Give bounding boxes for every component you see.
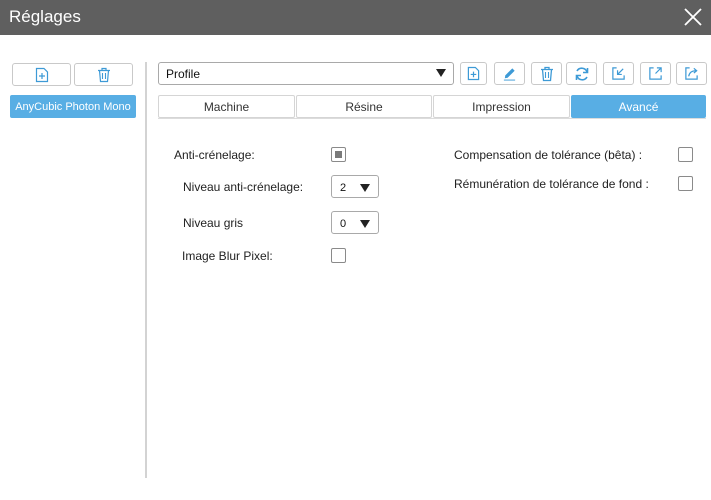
profile-select-value: Profile bbox=[166, 67, 201, 81]
anti-aliasing-checkbox[interactable] bbox=[331, 147, 346, 162]
tab-resine[interactable]: Résine bbox=[296, 95, 432, 118]
dropdown-arrow-icon bbox=[360, 220, 370, 228]
gray-level-value: 0 bbox=[340, 218, 347, 230]
delete-printer-button[interactable] bbox=[74, 63, 133, 86]
tab-avance[interactable]: Avancé bbox=[571, 95, 706, 118]
dropdown-arrow-icon bbox=[360, 184, 370, 192]
title-bar: Réglages bbox=[0, 0, 711, 35]
tab-label: Résine bbox=[345, 99, 383, 114]
printer-item-label: AnyCubic Photon Mono bbox=[15, 100, 131, 113]
export-profile-button[interactable] bbox=[640, 62, 671, 85]
share-icon bbox=[685, 67, 698, 80]
anti-aliasing-level-value: 2 bbox=[340, 182, 347, 194]
printer-item-anycubic-photon-mono[interactable]: AnyCubic Photon Mono bbox=[10, 95, 136, 118]
image-blur-label: Image Blur Pixel: bbox=[182, 249, 273, 263]
tab-label: Avancé bbox=[618, 99, 659, 114]
edit-icon bbox=[503, 68, 516, 81]
printer-sidebar: AnyCubic Photon Mono bbox=[0, 35, 146, 500]
add-file-icon bbox=[35, 67, 48, 82]
import-icon bbox=[612, 67, 625, 80]
bottom-tolerance-checkbox[interactable] bbox=[678, 176, 693, 191]
close-icon[interactable] bbox=[681, 5, 705, 29]
new-profile-button[interactable] bbox=[460, 62, 487, 85]
refresh-icon bbox=[575, 66, 588, 81]
add-printer-button[interactable] bbox=[12, 63, 71, 86]
tab-impression[interactable]: Impression bbox=[433, 95, 570, 118]
refresh-profile-button[interactable] bbox=[566, 62, 597, 85]
tolerance-compensation-label: Compensation de tolérance (bêta) : bbox=[454, 148, 643, 162]
window-title: Réglages bbox=[9, 7, 81, 26]
tab-divider bbox=[158, 118, 706, 119]
delete-profile-button[interactable] bbox=[531, 62, 562, 85]
anti-aliasing-level-label: Niveau anti-crénelage: bbox=[183, 180, 304, 194]
anti-aliasing-level-select[interactable]: 2 bbox=[331, 175, 379, 198]
trash-icon bbox=[97, 67, 110, 82]
share-profile-button[interactable] bbox=[676, 62, 707, 85]
import-profile-button[interactable] bbox=[603, 62, 634, 85]
tab-label: Machine bbox=[203, 99, 250, 114]
edit-profile-button[interactable] bbox=[494, 62, 525, 85]
image-blur-checkbox[interactable] bbox=[331, 248, 346, 263]
tab-label: Impression bbox=[472, 99, 531, 114]
dropdown-arrow-icon bbox=[436, 69, 446, 77]
panel-divider bbox=[145, 62, 147, 478]
anti-aliasing-label: Anti-crénelage: bbox=[174, 148, 255, 162]
gray-level-label: Niveau gris bbox=[183, 216, 244, 230]
tab-machine[interactable]: Machine bbox=[158, 95, 295, 118]
gray-level-select[interactable]: 0 bbox=[331, 211, 379, 234]
trash-icon bbox=[540, 66, 553, 81]
tolerance-compensation-checkbox[interactable] bbox=[678, 147, 693, 162]
export-icon bbox=[649, 67, 662, 80]
add-file-icon bbox=[467, 66, 480, 81]
bottom-tolerance-label: Rémunération de tolérance de fond : bbox=[454, 177, 649, 191]
profile-select[interactable]: Profile bbox=[158, 62, 454, 85]
